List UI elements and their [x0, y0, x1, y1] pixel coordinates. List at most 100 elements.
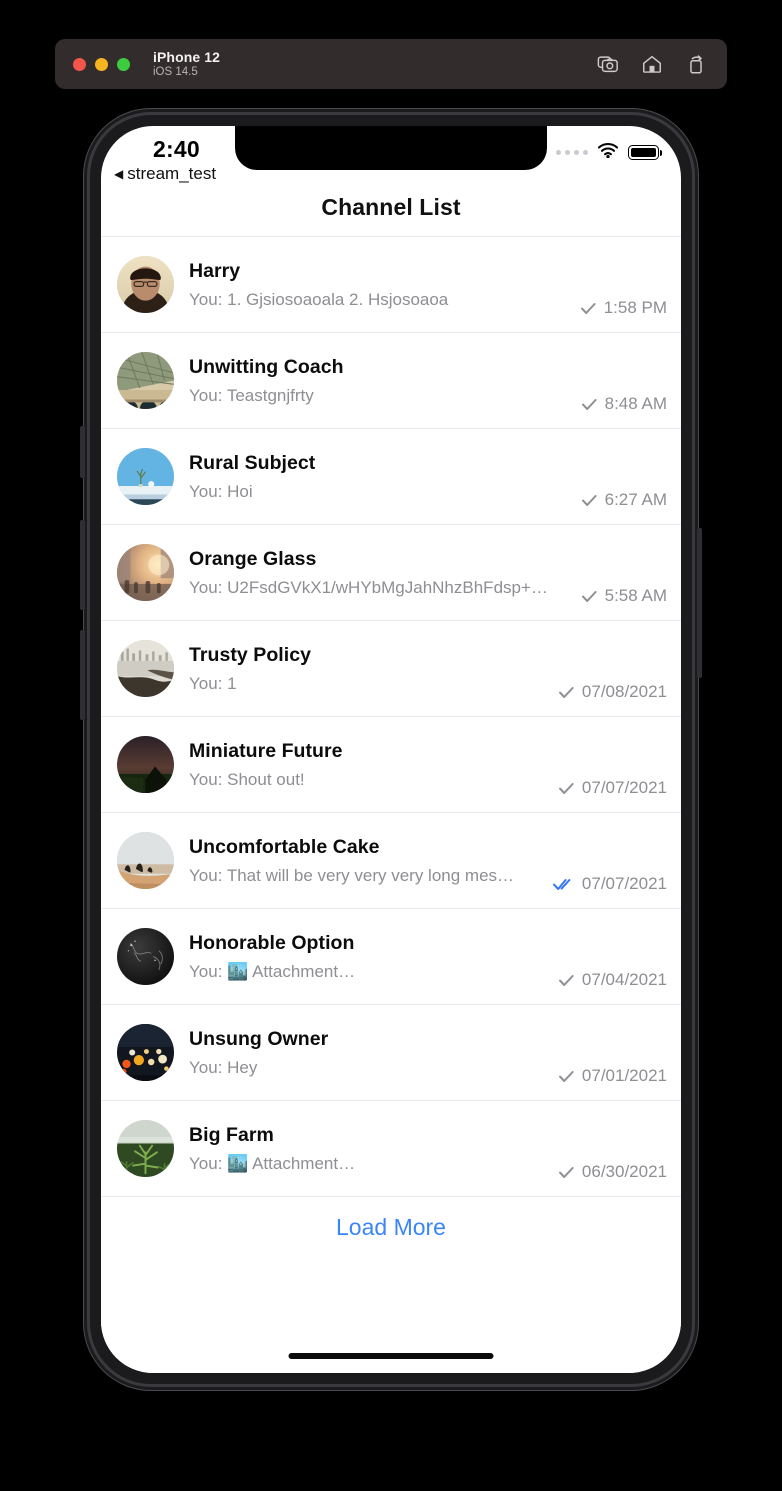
battery-full-icon [628, 145, 662, 160]
channel-preview: You: Teastgnjfrty [189, 385, 314, 405]
channel-timestamp: 06/30/2021 [581, 1162, 667, 1181]
cellular-dots-icon [556, 150, 588, 155]
maximize-window-button[interactable] [117, 57, 130, 71]
channel-text-group: Harry You: 1. Gjsiosoaoala 2. Hsjosoaoa [189, 260, 580, 310]
channel-name: Unsung Owner [189, 1027, 329, 1050]
channel-timestamp: 07/08/2021 [581, 682, 667, 701]
message-status-icon [558, 780, 575, 796]
message-status-icon [552, 876, 575, 892]
navigation-bar: Channel List [101, 178, 681, 236]
channel-timestamp: 07/04/2021 [581, 970, 667, 989]
channel-preview: You: Hey [189, 1057, 258, 1077]
wifi-icon [597, 142, 619, 163]
channel-name: Big Farm [189, 1123, 274, 1146]
channel-list-item[interactable]: Trusty Policy You: 1 07/08/2021 [101, 620, 681, 716]
load-more-button[interactable]: Load More [336, 1214, 446, 1241]
simulator-os-version: iOS 14.5 [153, 65, 198, 78]
channel-timestamp: 1:58 PM [603, 298, 667, 317]
channel-meta: 1:58 PM [580, 298, 667, 318]
channel-timestamp: 07/01/2021 [581, 1066, 667, 1085]
channel-text-group: Orange Glass You: U2FsdGVkX1/wHYbMgJahNhz… [189, 548, 581, 598]
channel-preview: You: 🏙️ Attachment… [189, 961, 356, 981]
avatar [117, 256, 174, 313]
channel-name: Unwitting Coach [189, 355, 344, 378]
channel-text-group: Big Farm You: 🏙️ Attachment… [189, 1124, 558, 1174]
channel-list-item[interactable]: Rural Subject You: Hoi 6:27 AM [101, 428, 681, 524]
status-bar-clock: 2:40 [153, 136, 200, 162]
avatar [117, 352, 174, 409]
channel-text-group: Unsung Owner You: Hey [189, 1028, 558, 1078]
device-screen: 2:40 ◀ stream_test Channel List Harry Yo… [101, 126, 681, 1373]
channel-meta: 07/07/2021 [552, 874, 667, 894]
channel-text-group: Honorable Option You: 🏙️ Attachment… [189, 932, 558, 982]
channel-preview: You: 1 [189, 673, 237, 693]
channel-meta: 07/07/2021 [558, 778, 667, 798]
back-to-app-button[interactable]: ◀ stream_test [114, 164, 216, 184]
message-status-icon [558, 1164, 575, 1180]
channel-text-group: Uncomfortable Cake You: That will be very… [189, 836, 553, 886]
channel-name: Honorable Option [189, 931, 355, 954]
channel-list[interactable]: Harry You: 1. Gjsiosoaoala 2. Hsjosoaoa 1:… [101, 236, 681, 1373]
channel-list-item[interactable]: Big Farm You: 🏙️ Attachment… 06/30/2021 [101, 1100, 681, 1196]
mute-switch[interactable] [80, 426, 85, 478]
avatar [117, 832, 174, 889]
message-status-icon [558, 684, 575, 700]
volume-up-button[interactable] [80, 520, 85, 610]
rotate-icon[interactable] [685, 53, 707, 75]
simulator-titlebar: iPhone 12 iOS 14.5 [55, 39, 727, 89]
avatar [117, 544, 174, 601]
channel-timestamp: 8:48 AM [604, 394, 667, 413]
channel-name: Rural Subject [189, 451, 316, 474]
channel-meta: 07/08/2021 [558, 682, 667, 702]
channel-list-item[interactable]: Unsung Owner You: Hey 07/01/2021 [101, 1004, 681, 1100]
close-window-button[interactable] [73, 57, 86, 71]
avatar [117, 928, 174, 985]
message-status-icon [581, 396, 598, 412]
channel-timestamp: 5:58 AM [604, 586, 667, 605]
simulator-stage: iPhone 12 iOS 14.5 2:40 ◀ stream_test Ch… [0, 0, 782, 1491]
channel-list-item[interactable]: Unwitting Coach You: Teastgnjfrty 8:48 AM [101, 332, 681, 428]
channel-list-item[interactable]: Honorable Option You: 🏙️ Attachment… 07/04… [101, 908, 681, 1004]
simulator-title-group: iPhone 12 iOS 14.5 [153, 49, 220, 79]
channel-timestamp: 07/07/2021 [581, 778, 667, 797]
page-title: Channel List [321, 193, 461, 220]
channel-preview: You: 1. Gjsiosoaoala 2. Hsjosoaoa [189, 289, 449, 309]
back-to-app-label: stream_test [127, 164, 217, 183]
channel-meta: 07/04/2021 [558, 970, 667, 990]
avatar [117, 736, 174, 793]
channel-preview: You: Shout out! [189, 769, 305, 789]
channel-preview: You: U2FsdGVkX1/wHYbMgJahNhzBhFdsp+… [189, 577, 548, 597]
status-bar-indicators [556, 142, 662, 163]
channel-meta: 5:58 AM [581, 586, 667, 606]
channel-list-item[interactable]: Orange Glass You: U2FsdGVkX1/wHYbMgJahNhz… [101, 524, 681, 620]
channel-name: Uncomfortable Cake [189, 835, 380, 858]
power-button[interactable] [697, 528, 702, 678]
channel-preview: You: 🏙️ Attachment… [189, 1153, 356, 1173]
message-status-icon [558, 972, 575, 988]
channel-name: Orange Glass [189, 547, 317, 570]
message-status-icon [581, 588, 598, 604]
avatar [117, 1120, 174, 1177]
avatar [117, 448, 174, 505]
message-status-icon [581, 492, 598, 508]
channel-text-group: Unwitting Coach You: Teastgnjfrty [189, 356, 581, 406]
volume-down-button[interactable] [80, 630, 85, 720]
home-indicator[interactable] [288, 1353, 494, 1359]
channel-list-item[interactable]: Uncomfortable Cake You: That will be very… [101, 812, 681, 908]
channel-preview: You: Hoi [189, 481, 253, 501]
channel-name: Miniature Future [189, 739, 343, 762]
channel-text-group: Trusty Policy You: 1 [189, 644, 558, 694]
screenshot-icon[interactable] [597, 53, 619, 75]
channel-timestamp: 07/07/2021 [581, 874, 667, 893]
home-icon[interactable] [641, 53, 663, 75]
channel-list-item[interactable]: Miniature Future You: Shout out! 07/07/202… [101, 716, 681, 812]
device-notch [235, 126, 547, 170]
channel-list-item[interactable]: Harry You: 1. Gjsiosoaoala 2. Hsjosoaoa 1:… [101, 236, 681, 332]
channel-timestamp: 6:27 AM [604, 490, 667, 509]
channel-name: Trusty Policy [189, 643, 312, 666]
channel-preview: You: That will be very very very long me… [189, 865, 515, 885]
simulator-device-name: iPhone 12 [153, 48, 221, 65]
minimize-window-button[interactable] [95, 57, 108, 71]
load-more-row: Load More [101, 1196, 681, 1258]
channel-meta: 07/01/2021 [558, 1066, 667, 1086]
